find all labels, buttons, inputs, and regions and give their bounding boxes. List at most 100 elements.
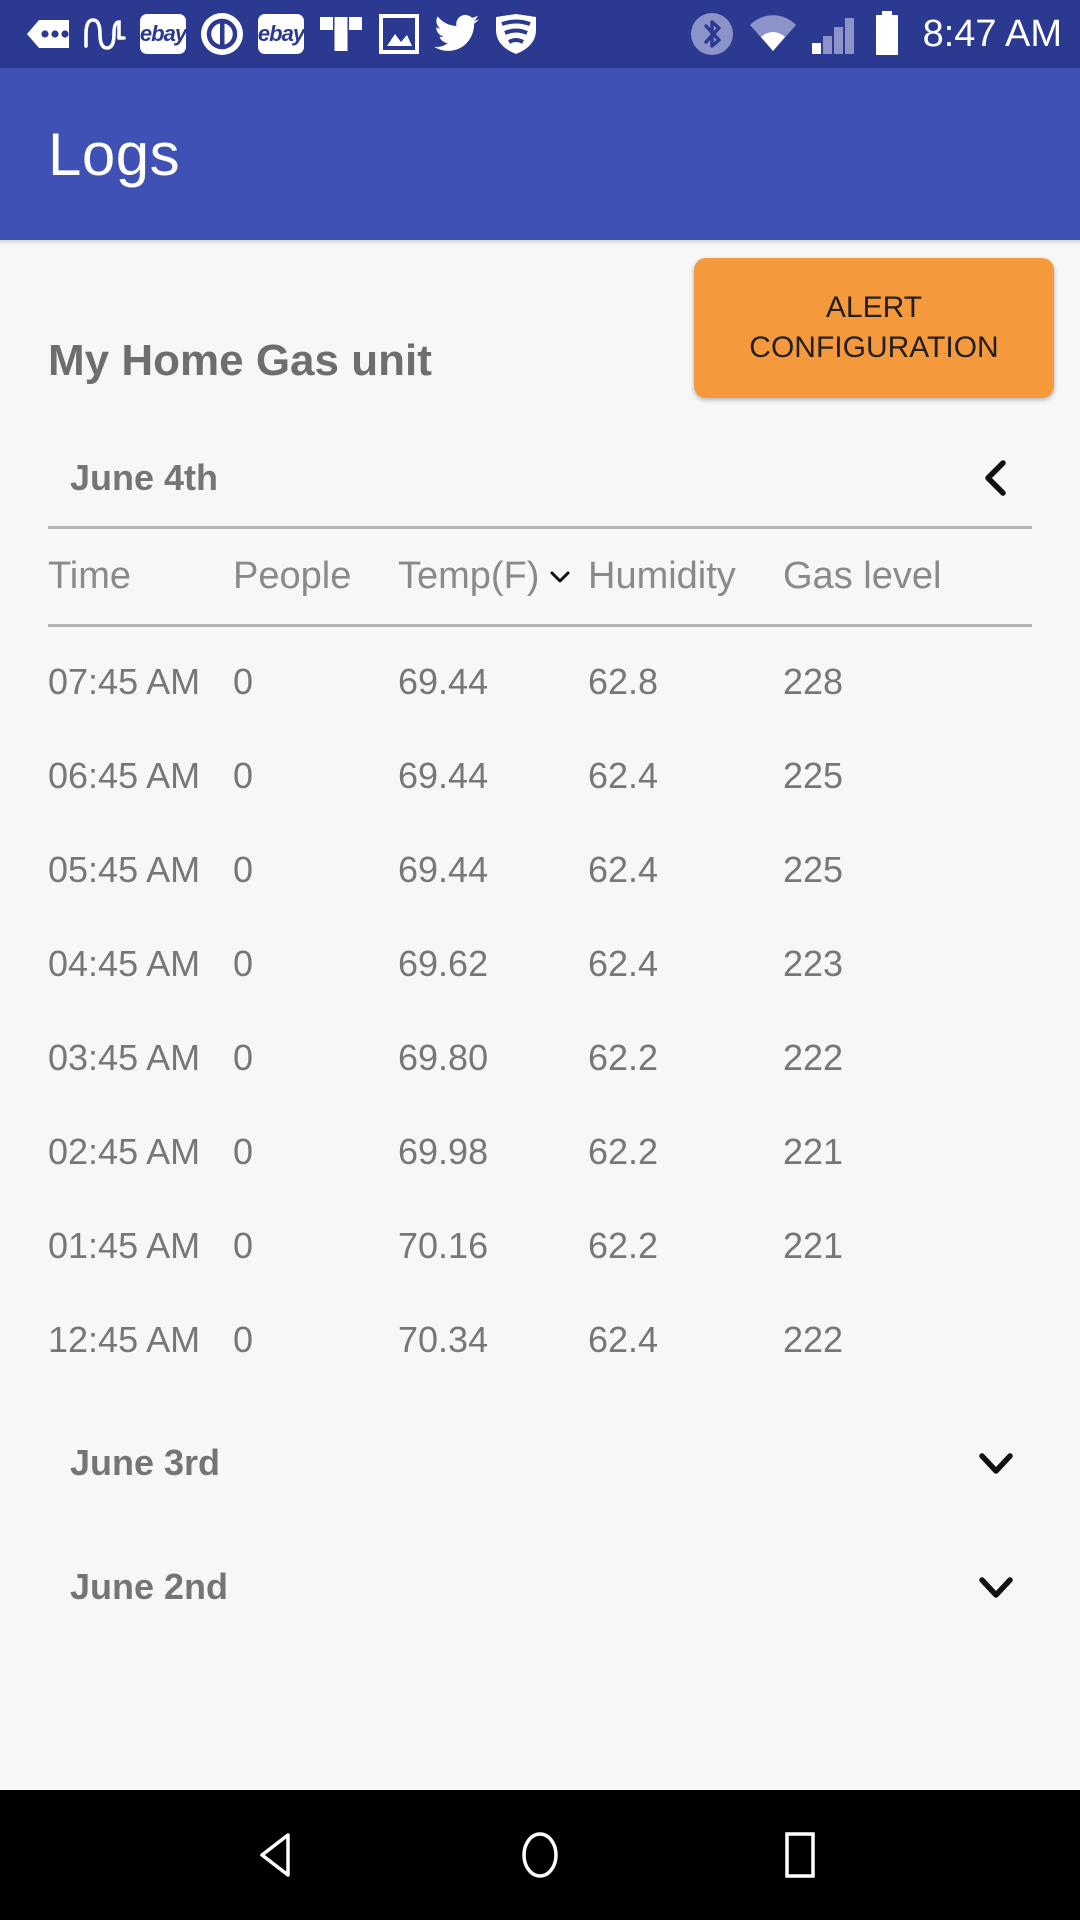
cell-humidity: 62.4 bbox=[588, 943, 659, 984]
twitter-icon bbox=[434, 14, 480, 54]
table-row: 04:45 AM 0 69.62 62.4 223 bbox=[48, 917, 1032, 1011]
bluetooth-icon bbox=[689, 11, 735, 57]
cell-people: 0 bbox=[233, 943, 254, 984]
table-row: 01:45 AM 0 70.16 62.2 221 bbox=[48, 1199, 1032, 1293]
status-bar-system-icons: 8:47 AM bbox=[689, 11, 1062, 57]
chevron-down-icon[interactable] bbox=[974, 1565, 1018, 1609]
column-header-humidity[interactable]: Humidity bbox=[588, 529, 783, 624]
status-bar-clock: 8:47 AM bbox=[922, 12, 1062, 55]
back-triangle-icon[interactable] bbox=[252, 1827, 308, 1883]
cell-time: 06:45 AM bbox=[48, 755, 201, 796]
column-header-time-label: Time bbox=[48, 555, 132, 597]
cell-time: 07:45 AM bbox=[48, 661, 201, 702]
cell-temp: 69.44 bbox=[398, 661, 489, 702]
status-bar-notification-icons: ebay ebay bbox=[26, 12, 538, 56]
column-header-people[interactable]: People bbox=[233, 529, 398, 624]
logs-table-head: Time People Temp(F) Humidity Gas level bbox=[48, 529, 1032, 624]
chevron-left-icon[interactable] bbox=[974, 456, 1018, 500]
logs-table: Time People Temp(F) Humidity Gas level bbox=[48, 529, 1032, 624]
photo-icon bbox=[378, 13, 420, 55]
messages-tag-icon bbox=[26, 17, 70, 51]
alert-button-line-1: ALERT bbox=[825, 290, 923, 324]
chevron-down-icon[interactable] bbox=[549, 566, 571, 588]
ebay-icon-2: ebay bbox=[258, 14, 305, 54]
waveform-icon bbox=[84, 16, 126, 52]
wifi-icon bbox=[748, 13, 798, 55]
date-section-header-june-2nd[interactable]: June 2nd bbox=[0, 1539, 1080, 1635]
column-header-gas-level[interactable]: Gas level bbox=[783, 529, 1032, 624]
status-bar: ebay ebay 8:47 AM bbox=[0, 0, 1080, 68]
cell-gas-level: 222 bbox=[783, 1037, 844, 1078]
cell-time: 05:45 AM bbox=[48, 849, 201, 890]
cell-temp: 69.44 bbox=[398, 755, 489, 796]
ebay-icon: ebay bbox=[140, 14, 187, 54]
column-header-people-label: People bbox=[233, 555, 352, 597]
cell-people: 0 bbox=[233, 1225, 254, 1266]
cell-time: 02:45 AM bbox=[48, 1131, 201, 1172]
cell-temp: 70.34 bbox=[398, 1319, 489, 1360]
recents-square-icon[interactable] bbox=[772, 1827, 828, 1883]
date-label: June 2nd bbox=[70, 1566, 229, 1607]
home-circle-icon[interactable] bbox=[512, 1827, 568, 1883]
cell-humidity: 62.2 bbox=[588, 1131, 659, 1172]
page-title: Logs bbox=[48, 120, 181, 188]
cell-humidity: 62.4 bbox=[588, 1319, 659, 1360]
column-header-temp[interactable]: Temp(F) bbox=[398, 529, 588, 624]
cell-temp: 69.62 bbox=[398, 943, 489, 984]
shield-wifi-icon bbox=[494, 12, 538, 56]
column-header-humidity-label: Humidity bbox=[588, 555, 736, 597]
date-section-header-june-3rd[interactable]: June 3rd bbox=[0, 1415, 1080, 1511]
android-navigation-bar bbox=[0, 1790, 1080, 1920]
table-row: 12:45 AM 0 70.34 62.4 222 bbox=[48, 1293, 1032, 1387]
table-row: 07:45 AM 0 69.44 62.8 228 bbox=[48, 627, 1032, 729]
column-header-gas-level-label: Gas level bbox=[783, 555, 942, 597]
date-label: June 4th bbox=[70, 457, 219, 498]
cell-gas-level: 225 bbox=[783, 849, 844, 890]
cell-time: 03:45 AM bbox=[48, 1037, 201, 1078]
cell-humidity: 62.8 bbox=[588, 661, 659, 702]
cell-temp: 69.44 bbox=[398, 849, 489, 890]
cell-people: 0 bbox=[233, 1037, 254, 1078]
cell-people: 0 bbox=[233, 849, 254, 890]
cell-humidity: 62.4 bbox=[588, 849, 659, 890]
cell-gas-level: 225 bbox=[783, 755, 844, 796]
quickbooks-icon bbox=[200, 12, 244, 56]
cell-time: 12:45 AM bbox=[48, 1319, 201, 1360]
cell-people: 0 bbox=[233, 1131, 254, 1172]
alert-button-line-2: CONFIGURATION bbox=[749, 331, 999, 364]
date-label: June 3rd bbox=[70, 1442, 221, 1483]
cell-temp: 69.80 bbox=[398, 1037, 489, 1078]
device-name: My Home Gas unit bbox=[48, 336, 432, 385]
cell-temp: 69.98 bbox=[398, 1131, 489, 1172]
cell-people: 0 bbox=[233, 1319, 254, 1360]
cell-people: 0 bbox=[233, 661, 254, 702]
device-header-row: My Home Gas unit ALERT CONFIGURATION bbox=[0, 240, 1080, 430]
cell-gas-level: 221 bbox=[783, 1131, 844, 1172]
cell-time: 04:45 AM bbox=[48, 943, 201, 984]
cell-humidity: 62.2 bbox=[588, 1225, 659, 1266]
cell-gas-level: 222 bbox=[783, 1319, 844, 1360]
alert-configuration-button[interactable]: ALERT CONFIGURATION bbox=[694, 258, 1054, 398]
table-header-row: Time People Temp(F) Humidity Gas level bbox=[48, 529, 1032, 624]
table-row: 06:45 AM 0 69.44 62.4 225 bbox=[48, 729, 1032, 823]
battery-icon bbox=[874, 11, 900, 57]
chevron-down-icon[interactable] bbox=[974, 1441, 1018, 1485]
cell-temp: 70.16 bbox=[398, 1225, 489, 1266]
date-section-header-june-4th[interactable]: June 4th bbox=[0, 430, 1080, 526]
column-header-time[interactable]: Time bbox=[48, 529, 233, 624]
app-root: ebay ebay 8:47 AM Logs My Home Gas unit … bbox=[0, 0, 1080, 1920]
column-header-temp-label: Temp(F) bbox=[398, 555, 540, 597]
cell-humidity: 62.4 bbox=[588, 755, 659, 796]
table-bottom-spacer bbox=[0, 1387, 1080, 1415]
logs-table-body-table: 07:45 AM 0 69.44 62.8 228 06:45 AM 0 69.44 62.4 2… bbox=[48, 627, 1032, 1387]
logs-table-body: 07:45 AM 0 69.44 62.8 228 06:45 AM 0 69.44 62.4 2… bbox=[48, 627, 1032, 1387]
table-row: 03:45 AM 0 69.80 62.2 222 bbox=[48, 1011, 1032, 1105]
cell-gas-level: 223 bbox=[783, 943, 844, 984]
cellular-signal-icon bbox=[811, 13, 861, 55]
table-row: 02:45 AM 0 69.98 62.2 221 bbox=[48, 1105, 1032, 1199]
table-row: 05:45 AM 0 69.44 62.4 225 bbox=[48, 823, 1032, 917]
cell-time: 01:45 AM bbox=[48, 1225, 201, 1266]
cell-humidity: 62.2 bbox=[588, 1037, 659, 1078]
app-bar: Logs bbox=[0, 68, 1080, 240]
cell-gas-level: 221 bbox=[783, 1225, 844, 1266]
